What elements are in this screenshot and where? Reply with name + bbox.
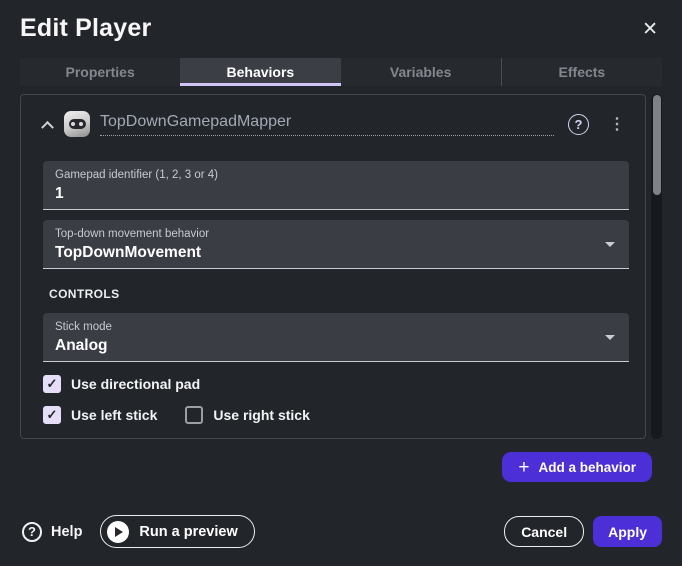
behaviors-panel: TopDownGamepadMapper ? ⋮ Gamepad identif… bbox=[20, 94, 646, 439]
cancel-button[interactable]: Cancel bbox=[504, 516, 584, 547]
checkbox-label: Use left stick bbox=[71, 407, 157, 423]
tab-properties-label: Properties bbox=[66, 64, 135, 80]
tab-variables[interactable]: Variables bbox=[341, 58, 501, 86]
gamepad-identifier-field[interactable]: Gamepad identifier (1, 2, 3 or 4) 1 bbox=[43, 161, 629, 210]
dialog-footer: ? Help Run a preview Cancel Apply bbox=[20, 515, 662, 548]
checkbox-checked-icon[interactable]: ✓ bbox=[43, 375, 61, 393]
stick-mode-label: Stick mode bbox=[55, 319, 617, 335]
checkbox-row-1: ✓ Use directional pad bbox=[43, 375, 629, 393]
footer-actions: Cancel Apply bbox=[504, 516, 662, 547]
help-label: Help bbox=[51, 524, 82, 540]
add-behavior-label: Add a behavior bbox=[538, 460, 636, 475]
checkbox-checked-icon[interactable]: ✓ bbox=[43, 406, 61, 424]
checkbox-unchecked-icon[interactable] bbox=[185, 406, 203, 424]
tab-bar: Properties Behaviors Variables Effects bbox=[20, 58, 662, 86]
gamepad-icon-body bbox=[69, 119, 86, 129]
plus-icon: + bbox=[518, 458, 529, 477]
close-icon[interactable]: ✕ bbox=[638, 14, 662, 45]
run-preview-label: Run a preview bbox=[139, 524, 237, 540]
behavior-help-icon[interactable]: ? bbox=[568, 114, 589, 135]
gamepad-identifier-value: 1 bbox=[55, 183, 617, 204]
tab-effects[interactable]: Effects bbox=[501, 58, 662, 86]
gamepad-icon-eye-right bbox=[79, 122, 83, 126]
tab-variables-label: Variables bbox=[390, 64, 452, 80]
checkbox-use-left-stick[interactable]: ✓ Use left stick bbox=[43, 406, 157, 424]
movement-behavior-select[interactable]: Top-down movement behavior TopDownMoveme… bbox=[43, 220, 629, 269]
controls-section-label: CONTROLS bbox=[49, 287, 629, 301]
add-behavior-button[interactable]: + Add a behavior bbox=[502, 452, 652, 482]
dialog-title: Edit Player bbox=[20, 14, 151, 43]
gamepad-icon bbox=[64, 111, 90, 137]
stick-mode-select[interactable]: Stick mode Analog bbox=[43, 313, 629, 362]
stick-mode-value: Analog bbox=[55, 335, 617, 356]
checkbox-row-2: ✓ Use left stick Use right stick bbox=[43, 406, 629, 424]
add-behavior-row: + Add a behavior bbox=[20, 452, 662, 482]
behavior-name-field[interactable]: TopDownGamepadMapper bbox=[100, 113, 554, 136]
collapse-chevron-icon[interactable] bbox=[41, 120, 54, 133]
movement-behavior-label: Top-down movement behavior bbox=[55, 226, 617, 242]
edit-player-dialog: Edit Player ✕ Properties Behaviors Varia… bbox=[0, 0, 682, 566]
checkbox-label: Use directional pad bbox=[71, 376, 200, 392]
dialog-header: Edit Player ✕ bbox=[20, 14, 662, 45]
help-button[interactable]: ? Help bbox=[20, 522, 82, 542]
checkbox-use-directional-pad[interactable]: ✓ Use directional pad bbox=[43, 375, 200, 393]
tab-effects-label: Effects bbox=[559, 64, 606, 80]
checkbox-use-right-stick[interactable]: Use right stick bbox=[185, 406, 309, 424]
tab-behaviors-label: Behaviors bbox=[227, 64, 295, 80]
chevron-down-icon bbox=[605, 242, 615, 247]
gamepad-icon-eye-left bbox=[71, 122, 75, 126]
chevron-down-icon bbox=[605, 335, 615, 340]
behavior-header: TopDownGamepadMapper ? ⋮ bbox=[43, 111, 629, 137]
apply-button[interactable]: Apply bbox=[593, 516, 662, 547]
checkbox-label: Use right stick bbox=[213, 407, 309, 423]
help-icon: ? bbox=[22, 522, 42, 542]
tab-properties[interactable]: Properties bbox=[20, 58, 180, 86]
panel-scrollbar[interactable] bbox=[651, 94, 662, 439]
tab-active-underline bbox=[180, 83, 340, 86]
play-icon bbox=[107, 521, 129, 543]
behavior-menu-icon[interactable]: ⋮ bbox=[605, 112, 629, 136]
run-preview-button[interactable]: Run a preview bbox=[100, 515, 254, 548]
gamepad-identifier-label: Gamepad identifier (1, 2, 3 or 4) bbox=[55, 167, 617, 183]
scrollbar-thumb[interactable] bbox=[653, 95, 661, 195]
tab-behaviors[interactable]: Behaviors bbox=[180, 58, 340, 86]
behaviors-panel-wrap: TopDownGamepadMapper ? ⋮ Gamepad identif… bbox=[20, 94, 662, 439]
movement-behavior-value: TopDownMovement bbox=[55, 242, 617, 263]
play-triangle bbox=[115, 527, 123, 537]
